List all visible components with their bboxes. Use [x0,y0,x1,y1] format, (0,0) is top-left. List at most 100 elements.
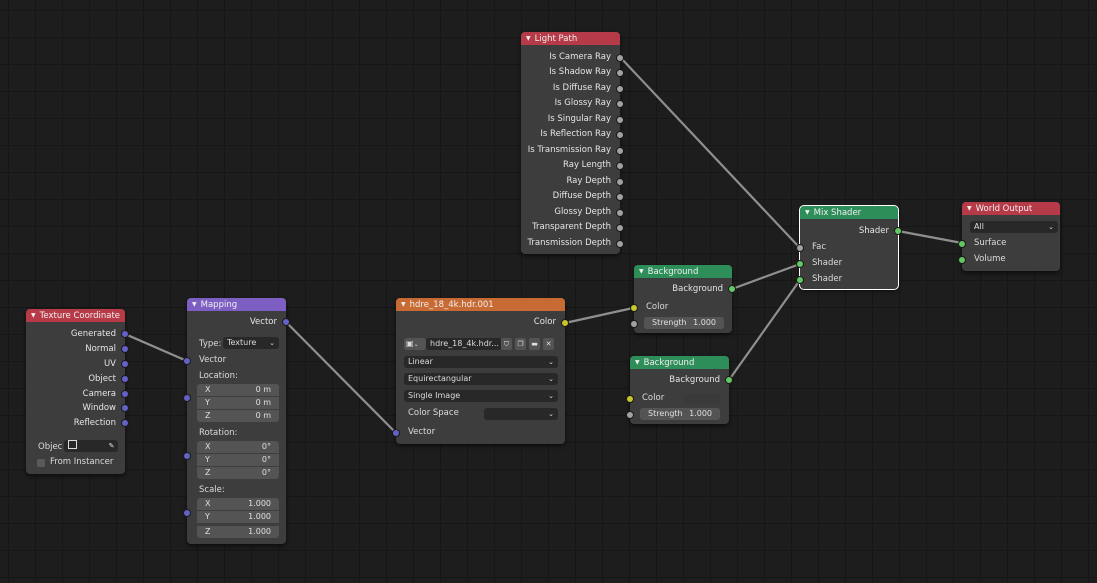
socket-input-fac[interactable] [796,244,804,252]
socket-is-transmission-ray[interactable] [616,147,624,155]
socket-input-shader-2[interactable] [796,276,804,284]
socket-uv[interactable] [121,360,129,368]
socket-transparent-depth[interactable] [616,224,624,232]
socket-input-color[interactable] [626,395,634,403]
socket-ray-depth[interactable] [616,178,624,186]
projection-dropdown[interactable]: Equirectangular ⌄ [404,373,558,385]
strength-field[interactable]: Strength 1.000 [644,317,724,329]
image-name-field[interactable]: hdre_18_4k.hdr... [426,338,502,350]
rotation-z-field[interactable]: Z 0° [197,467,279,479]
unlink-close-icon[interactable]: ✕ [543,338,554,350]
collapse-triangle-icon[interactable]: ▼ [526,35,531,42]
texture-coordinate-node[interactable]: ▼ Texture Coordinate Generated Normal UV … [26,309,129,474]
world-output-node[interactable]: ▼ World Output All ⌄ Surface Volume [958,202,1060,271]
socket-output-background[interactable] [725,376,733,384]
link-camera-ray-to-fac [618,55,802,250]
socket-object[interactable] [121,375,129,383]
color-label: Color [646,302,669,312]
background-header[interactable]: ▼ Background [630,356,729,369]
eyedropper-icon[interactable]: ✎ [106,440,117,452]
socket-input-surface[interactable] [958,240,966,248]
strength-field[interactable]: Strength 1.000 [640,408,720,420]
socket-diffuse-depth[interactable] [616,193,624,201]
from-instancer-checkbox[interactable] [37,459,45,467]
collapse-triangle-icon[interactable]: ▼ [639,268,644,275]
background-node-2[interactable]: ▼ Background Background Color Strength 1.0… [626,356,733,424]
texture-coordinate-header[interactable]: ▼ Texture Coordinate [26,309,125,322]
duplicate-icon[interactable]: ❐ [515,338,526,350]
socket-camera[interactable] [121,390,129,398]
socket-scale[interactable] [183,509,191,517]
node-title: hdre_18_4k.hdr.001 [409,300,494,310]
socket-is-diffuse-ray[interactable] [616,85,624,93]
color-swatch[interactable] [684,394,720,405]
socket-output-shader[interactable] [894,227,902,235]
collapse-triangle-icon[interactable]: ▼ [635,359,640,366]
output-normal: Normal [85,344,116,354]
background-header[interactable]: ▼ Background [634,265,732,278]
output-reflection: Reflection [73,418,116,428]
socket-location[interactable] [183,394,191,402]
mix-shader-header[interactable]: ▼ Mix Shader [800,206,898,219]
socket-input-shader-1[interactable] [796,260,804,268]
node-title: Light Path [534,34,578,44]
image-texture-header[interactable]: ▼ hdre_18_4k.hdr.001 [396,298,565,311]
socket-input-strength[interactable] [630,320,638,328]
socket-input-color[interactable] [630,304,638,312]
scale-y-field[interactable]: Y 1.000 [197,511,279,523]
socket-rotation[interactable] [183,452,191,460]
background-node-1[interactable]: ▼ Background Background Color Strength 1.0… [630,265,736,333]
collapse-triangle-icon[interactable]: ▼ [192,301,197,308]
socket-output-color[interactable] [561,319,569,327]
mapping-node[interactable]: ▼ Mapping Vector Type: Texture ⌄ Vector Lo… [183,298,290,544]
scale-x-field[interactable]: X 1.000 [197,498,279,510]
image-browse-button[interactable]: ▣⌄ [404,338,426,350]
socket-generated[interactable] [121,330,129,338]
location-y-field[interactable]: Y0 m [197,397,279,409]
scale-z-field[interactable]: Z 1.000 [197,526,279,538]
color-space-dropdown[interactable]: ⌄ [484,408,558,420]
socket-input-vector[interactable] [392,429,400,437]
socket-input-strength[interactable] [626,411,634,419]
collapse-triangle-icon[interactable]: ▼ [967,205,972,212]
socket-input-vector[interactable] [183,357,191,365]
link-background1-to-shader [730,262,802,291]
socket-input-volume[interactable] [958,256,966,264]
socket-is-camera-ray[interactable] [616,54,624,62]
socket-output-background[interactable] [728,285,736,293]
collapse-triangle-icon[interactable]: ▼ [805,209,810,216]
target-dropdown[interactable]: All ⌄ [970,221,1058,233]
open-folder-icon[interactable]: ▬ [529,338,540,350]
interpolation-dropdown[interactable]: Linear ⌄ [404,356,558,368]
socket-normal[interactable] [121,345,129,353]
socket-is-singular-ray[interactable] [616,116,624,124]
socket-is-shadow-ray[interactable] [616,69,624,77]
type-dropdown[interactable]: Texture ⌄ [223,337,279,349]
chevron-down-icon: ⌄ [548,375,554,383]
collapse-triangle-icon[interactable]: ▼ [31,312,36,319]
mapping-header[interactable]: ▼ Mapping [187,298,286,311]
rotation-y-field[interactable]: Y 0° [197,454,279,466]
world-output-header[interactable]: ▼ World Output [962,202,1060,215]
source-dropdown[interactable]: Single Image ⌄ [404,390,558,402]
socket-glossy-depth[interactable] [616,209,624,217]
location-x-field[interactable]: X0 m [197,384,279,396]
fake-user-shield-icon[interactable]: ⛉ [501,338,512,350]
volume-label: Volume [974,254,1006,264]
location-z-field[interactable]: Z0 m [197,410,279,422]
light-path-header[interactable]: ▼ Light Path [521,32,620,45]
socket-transmission-depth[interactable] [616,240,624,248]
socket-is-reflection-ray[interactable] [616,131,624,139]
socket-window[interactable] [121,404,129,412]
socket-output-vector[interactable] [282,318,290,326]
collapse-triangle-icon[interactable]: ▼ [401,301,406,308]
chevron-down-icon: ⌄ [548,358,554,366]
mix-shader-node[interactable]: ▼ Mix Shader Shader Fac Shader Shader [796,205,902,290]
socket-ray-length[interactable] [616,162,624,170]
rotation-x-field[interactable]: X 0° [197,441,279,453]
link-generated-to-vector [123,332,189,363]
light-path-node[interactable]: ▼ Light Path Is Camera Ray Is Shadow Ray … [521,32,624,254]
image-texture-node[interactable]: ▼ hdre_18_4k.hdr.001 Color ▣⌄ hdre_18_4k.… [392,298,569,444]
socket-reflection[interactable] [121,419,129,427]
socket-is-glossy-ray[interactable] [616,100,624,108]
